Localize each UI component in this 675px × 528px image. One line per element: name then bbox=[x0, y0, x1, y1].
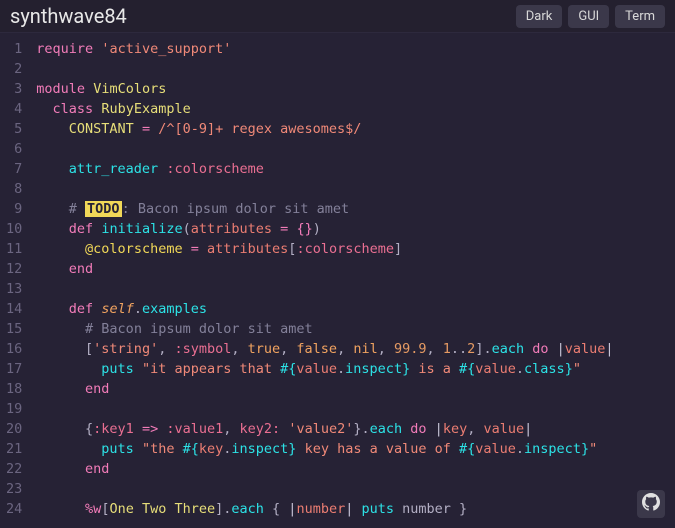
line-number: 1 bbox=[6, 39, 22, 59]
line-number: 2 bbox=[6, 59, 22, 79]
line-number: 6 bbox=[6, 139, 22, 159]
header-bar: synthwave84 Dark GUI Term bbox=[0, 0, 675, 33]
code-line: end bbox=[36, 259, 671, 279]
line-number: 3 bbox=[6, 79, 22, 99]
code-line: class RubyExample bbox=[36, 99, 671, 119]
line-number: 14 bbox=[6, 299, 22, 319]
line-number: 12 bbox=[6, 259, 22, 279]
line-number: 11 bbox=[6, 239, 22, 259]
code-line: ['string', :symbol, true, false, nil, 99… bbox=[36, 339, 671, 359]
line-number: 9 bbox=[6, 199, 22, 219]
line-number: 19 bbox=[6, 399, 22, 419]
line-number: 10 bbox=[6, 219, 22, 239]
code-line: @colorscheme = attributes[:colorscheme] bbox=[36, 239, 671, 259]
line-number: 17 bbox=[6, 359, 22, 379]
code-line: # Bacon ipsum dolor sit amet bbox=[36, 319, 671, 339]
gui-button[interactable]: GUI bbox=[568, 5, 609, 28]
code-line: puts "the #{key.inspect} key has a value… bbox=[36, 439, 671, 459]
line-number: 22 bbox=[6, 459, 22, 479]
dark-button[interactable]: Dark bbox=[516, 5, 563, 28]
line-number: 15 bbox=[6, 319, 22, 339]
code-line: require 'active_support' bbox=[36, 39, 671, 59]
code-area: 123456789101112131415161718192021222324 … bbox=[0, 33, 675, 525]
line-number: 16 bbox=[6, 339, 22, 359]
code-line: puts "it appears that #{value.inspect} i… bbox=[36, 359, 671, 379]
mode-buttons: Dark GUI Term bbox=[516, 5, 665, 28]
code-line bbox=[36, 279, 671, 299]
code-line bbox=[36, 479, 671, 499]
line-number: 18 bbox=[6, 379, 22, 399]
github-link[interactable] bbox=[637, 490, 665, 518]
github-icon bbox=[642, 493, 660, 515]
line-number: 20 bbox=[6, 419, 22, 439]
line-number: 7 bbox=[6, 159, 22, 179]
scheme-title: synthwave84 bbox=[10, 4, 127, 28]
code-line: end bbox=[36, 379, 671, 399]
term-button[interactable]: Term bbox=[615, 5, 665, 28]
line-number: 24 bbox=[6, 499, 22, 519]
code-line: module VimColors bbox=[36, 79, 671, 99]
code-line: attr_reader :colorscheme bbox=[36, 159, 671, 179]
code-line: %w[One Two Three].each { |number| puts n… bbox=[36, 499, 671, 519]
code-line bbox=[36, 59, 671, 79]
code-line: end bbox=[36, 459, 671, 479]
line-number: 23 bbox=[6, 479, 22, 499]
code-line: # TODO: Bacon ipsum dolor sit amet bbox=[36, 199, 671, 219]
code-line: def initialize(attributes = {}) bbox=[36, 219, 671, 239]
code-line bbox=[36, 139, 671, 159]
code-line: CONSTANT = /^[0-9]+ regex awesomes$/ bbox=[36, 119, 671, 139]
code-content: require 'active_support'module VimColors… bbox=[32, 33, 675, 525]
line-number: 13 bbox=[6, 279, 22, 299]
line-number: 5 bbox=[6, 119, 22, 139]
line-number: 8 bbox=[6, 179, 22, 199]
code-line bbox=[36, 179, 671, 199]
code-line: {:key1 => :value1, key2: 'value2'}.each … bbox=[36, 419, 671, 439]
code-line bbox=[36, 399, 671, 419]
code-line: def self.examples bbox=[36, 299, 671, 319]
line-number: 21 bbox=[6, 439, 22, 459]
line-number: 4 bbox=[6, 99, 22, 119]
line-number-gutter: 123456789101112131415161718192021222324 bbox=[0, 33, 32, 525]
